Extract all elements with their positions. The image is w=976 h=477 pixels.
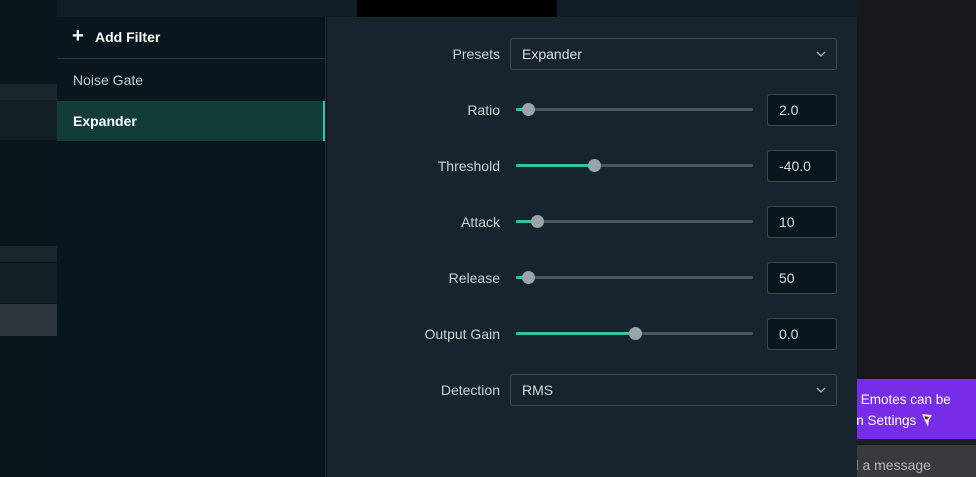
ratio-slider-handle[interactable] [522,103,535,116]
background-row [0,263,57,303]
attack-input[interactable]: 10 [767,206,837,238]
filter-item-noise-gate[interactable]: Noise Gate [57,60,325,100]
detection-value: RMS [522,382,554,398]
release-slider[interactable] [516,262,753,294]
chat-emote-notice[interactable]: ed Emotes can be d in Settings [857,379,976,439]
attack-label: Attack [461,214,500,230]
output-gain-row: Output Gain 0.0 [327,318,857,350]
presets-value: Expander [522,46,582,62]
filter-item-expander[interactable]: Expander [57,101,325,141]
output-gain-input[interactable]: 0.0 [767,318,837,350]
background-app-left-panel [0,0,57,477]
release-label: Release [448,270,500,286]
threshold-input[interactable]: -40.0 [767,150,837,182]
release-slider-handle[interactable] [522,271,535,284]
presets-select[interactable]: Expander [510,38,837,70]
chat-notice-line: ed Emotes can be [857,392,951,407]
ratio-input[interactable]: 2.0 [767,94,837,126]
threshold-row: Threshold -40.0 [327,150,857,182]
chat-notice-line: d in Settings [857,413,917,428]
attack-slider[interactable] [516,206,753,238]
filter-sidebar: + Add Filter Noise Gate Expander [57,17,326,477]
background-row [0,84,57,100]
sidebar-divider [325,17,326,477]
presets-label: Presets [452,46,500,62]
plus-icon: + [72,25,84,47]
emote-icon [922,414,933,427]
chevron-down-icon [816,387,826,393]
ratio-row: Ratio 2.0 [327,94,857,126]
detection-label: Detection [440,382,500,398]
release-input[interactable]: 50 [767,262,837,294]
detection-row: Detection RMS [327,374,857,406]
background-row [0,304,57,336]
presets-row: Presets Expander [327,38,857,70]
output-gain-label: Output Gain [424,326,501,342]
add-filter-button[interactable]: + Add Filter [57,17,325,59]
output-gain-slider-handle[interactable] [629,327,642,340]
release-row: Release 50 [327,262,857,294]
ratio-slider[interactable] [516,94,753,126]
add-filter-label: Add Filter [95,29,161,45]
attack-row: Attack 10 [327,206,857,238]
background-row [0,246,57,262]
attack-slider-handle[interactable] [531,215,544,228]
chevron-down-icon [816,51,826,57]
chat-input-placeholder: nd a message [857,457,931,473]
output-gain-slider[interactable] [516,318,753,350]
ratio-label: Ratio [467,102,500,118]
preview-area [357,0,557,17]
threshold-slider[interactable] [516,150,753,182]
detection-select[interactable]: RMS [510,374,837,406]
filter-settings-panel: Presets Expander Ratio 2.0 Threshold -40… [327,17,857,477]
chat-message-input[interactable]: nd a message [857,445,976,477]
background-row [0,100,57,140]
threshold-label: Threshold [437,158,500,174]
threshold-slider-handle[interactable] [588,159,601,172]
